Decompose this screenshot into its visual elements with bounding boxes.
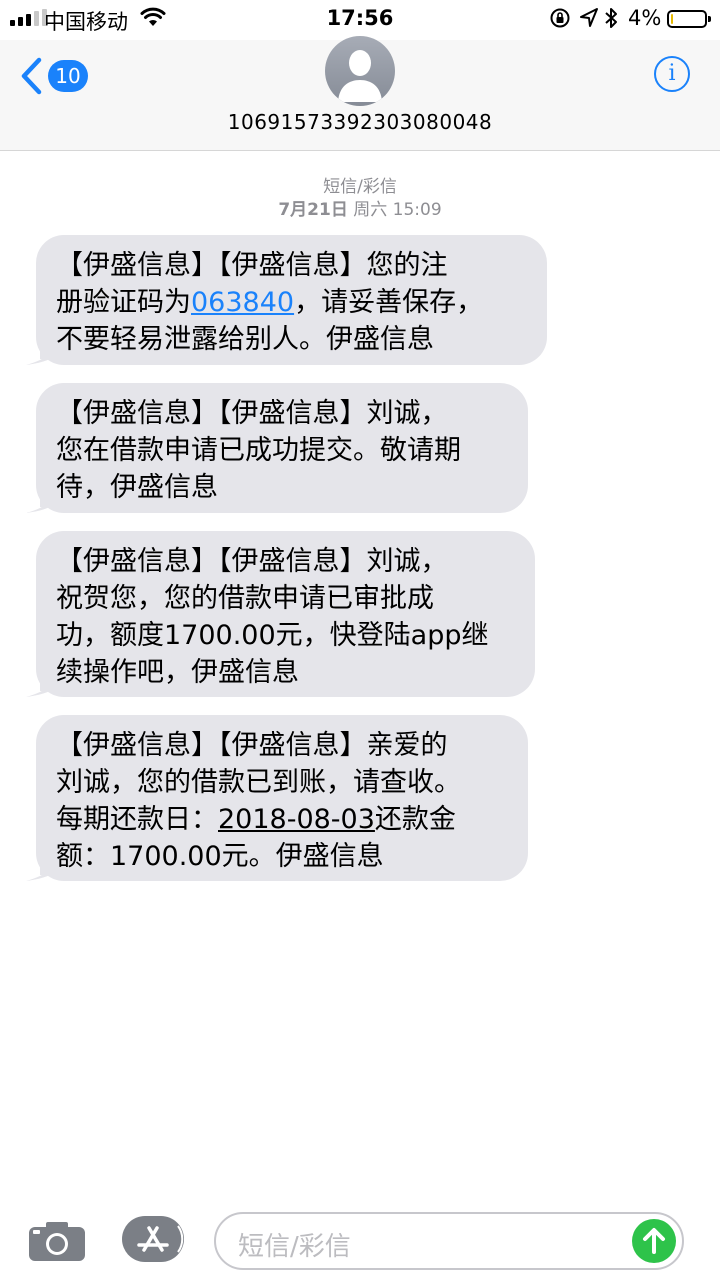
app-store-button[interactable] <box>122 1216 184 1262</box>
bubble-tail <box>26 671 56 697</box>
message-line: 【伊盛信息】【伊盛信息】您的注 <box>56 250 448 281</box>
message-timestamp: 7月21日 周六 15:09 <box>0 195 720 220</box>
unread-count-badge: 10 <box>48 60 88 92</box>
message-line: 每期还款日：2018-08-03还款金 <box>56 801 508 838</box>
date-link[interactable]: 2018-08-03 <box>218 804 375 835</box>
send-button[interactable] <box>632 1219 676 1263</box>
send-arrow-icon <box>643 1228 665 1254</box>
app-store-icon <box>137 1225 184 1253</box>
message-input[interactable]: 短信/彩信 <box>214 1212 684 1270</box>
camera-icon[interactable] <box>28 1220 86 1262</box>
status-bar: 中国移动 17:56 4% <box>0 0 720 40</box>
battery-icon <box>667 10 711 28</box>
message-line: 额：1700.00元。伊盛信息 <box>56 841 384 872</box>
message-line: 待，伊盛信息 <box>56 472 218 503</box>
location-icon <box>580 8 598 27</box>
message-line: 册验证码为063840，请妥善保存， <box>56 284 527 321</box>
compose-bar: 短信/彩信 <box>0 1196 720 1280</box>
message-line: 【伊盛信息】【伊盛信息】刘诚， <box>56 398 448 429</box>
message-bubble[interactable]: 【伊盛信息】【伊盛信息】亲爱的 刘诚，您的借款已到账，请查收。 每期还款日：20… <box>26 715 528 881</box>
message-input-placeholder: 短信/彩信 <box>238 1232 351 1262</box>
message-text: 还款金 <box>374 804 456 835</box>
message-line: 【伊盛信息】【伊盛信息】刘诚， <box>56 546 448 577</box>
bubble-tail <box>26 855 56 881</box>
bluetooth-icon <box>605 8 617 28</box>
timestamp-date: 7月21日 <box>278 200 348 220</box>
message-bubble[interactable]: 【伊盛信息】【伊盛信息】刘诚， 祝贺您，您的借款申请已审批成 功，额度1700.… <box>26 531 535 697</box>
service-label: 短信/彩信 <box>323 177 397 197</box>
message-line: 不要轻易泄露给别人。伊盛信息 <box>56 324 434 355</box>
message-text: ，请妥善保存， <box>294 287 484 318</box>
timestamp-time: 周六 15:09 <box>353 200 442 220</box>
battery-percent: 4% <box>628 6 662 30</box>
message-line: 刘诚，您的借款已到账，请查收。 <box>56 767 461 798</box>
message-bubble[interactable]: 【伊盛信息】【伊盛信息】您的注 册验证码为063840，请妥善保存， 不要轻易泄… <box>26 235 547 365</box>
message-line: 续操作吧，伊盛信息 <box>56 657 299 688</box>
orientation-lock-icon <box>550 8 570 28</box>
message-line: 祝贺您，您的借款申请已审批成 <box>56 583 434 614</box>
message-line: 【伊盛信息】【伊盛信息】亲爱的 <box>56 730 448 761</box>
bubble-tail <box>26 339 56 365</box>
message-line: 您在借款申请已成功提交。敬请期 <box>56 435 461 466</box>
conversation-header: 10 10691573392303080048 i <box>0 36 720 151</box>
contact-number[interactable]: 10691573392303080048 <box>0 110 720 134</box>
message-bubble[interactable]: 【伊盛信息】【伊盛信息】刘诚， 您在借款申请已成功提交。敬请期 待，伊盛信息 <box>26 383 528 513</box>
message-text: 册验证码为 <box>56 287 191 318</box>
bubble-tail <box>26 487 56 513</box>
back-button[interactable]: 10 <box>20 56 92 96</box>
person-silhouette-icon <box>338 50 382 102</box>
verification-code-link[interactable]: 063840 <box>191 287 294 318</box>
message-text: 每期还款日： <box>56 804 218 835</box>
info-button[interactable]: i <box>654 56 690 92</box>
avatar[interactable] <box>325 36 395 106</box>
chevron-left-icon <box>21 57 42 95</box>
message-line: 功，额度1700.00元，快登陆app继 <box>56 620 489 651</box>
